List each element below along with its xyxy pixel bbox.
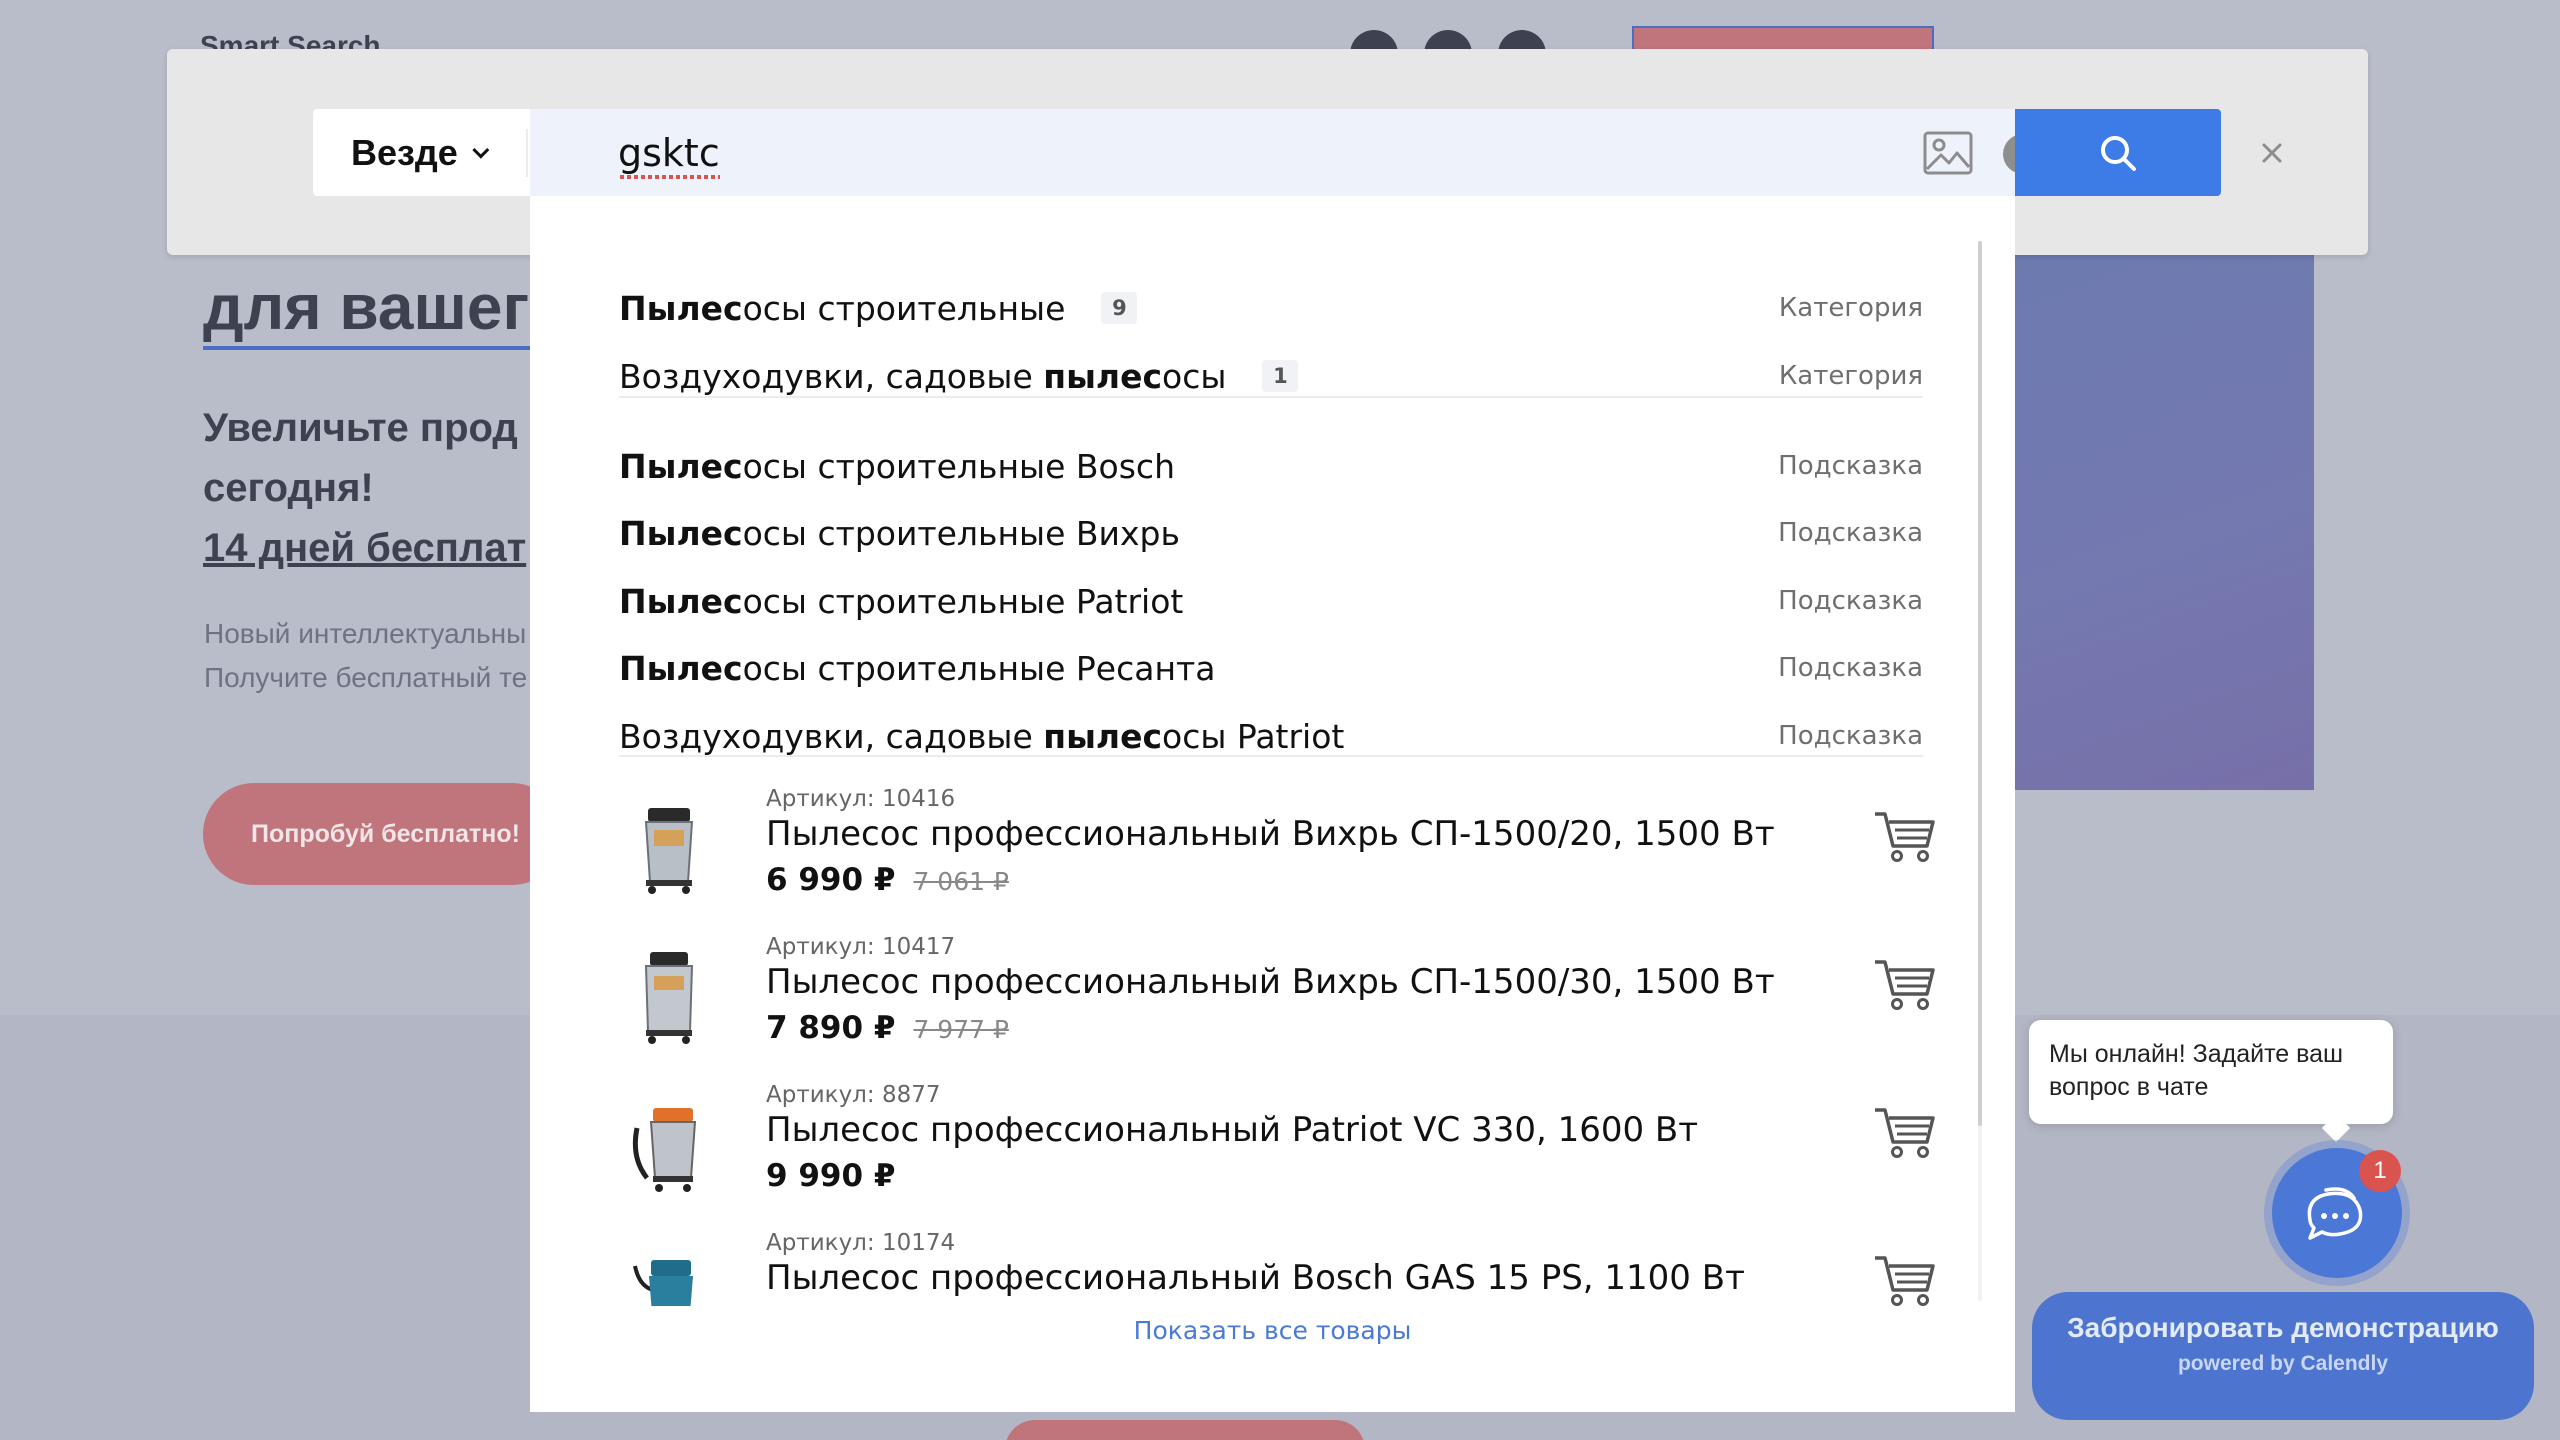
product-title: Пылесос профессиональный Вихрь СП-1500/2…	[766, 814, 1775, 854]
suggestion-type-label: Подсказка	[1778, 653, 1923, 683]
try-free-button: Попробуй бесплатно!	[203, 783, 563, 885]
close-icon	[2262, 143, 2282, 163]
hero-image	[2010, 250, 2314, 790]
divider	[619, 755, 1923, 757]
price-current: 6 990 ₽	[766, 862, 896, 898]
add-to-cart-icon[interactable]	[1873, 1104, 1935, 1160]
vacuum-orange-icon	[632, 1108, 697, 1192]
hero-description: Новый интеллектуальны Получите бесплатны…	[204, 612, 527, 700]
powered-by-label: powered by Calendly	[2177, 1352, 2389, 1375]
suggestion-text: Воздуходувки, садовые пылесосы Patriot	[619, 716, 1345, 756]
vacuum-steel-icon	[644, 808, 694, 894]
suggestion-type-label: Категория	[1778, 361, 1923, 391]
image-search-icon[interactable]	[1923, 131, 1973, 175]
scrollbar-thumb[interactable]	[1978, 241, 1982, 1126]
suggestion-text: Пылесосы строительные Ресанта	[619, 648, 1216, 688]
product-title: Пылесос профессиональный Bosch GAS 15 PS…	[766, 1258, 1745, 1298]
product-sku: Артикул: 10174	[766, 1230, 956, 1256]
suggestion-text: Воздуходувки, садовые пылесосы	[619, 356, 1227, 396]
product-title: Пылесос профессиональный Patriot VC 330,…	[766, 1110, 1699, 1150]
product-image	[619, 942, 719, 1054]
hint-suggestion[interactable]: Пылесосы строительные Ресанта Подсказка	[619, 640, 1923, 696]
price-current: 9 990 ₽	[766, 1158, 896, 1194]
trial-link: 14 дней бесплат	[203, 526, 527, 570]
hero-desc-line1: Новый интеллектуальны	[204, 618, 527, 649]
chevron-down-icon	[472, 141, 490, 159]
product-item[interactable]: Артикул: 8877 Пылесос профессиональный P…	[619, 1082, 1935, 1222]
book-demo-label: Забронировать демонстрацию	[2067, 1312, 2499, 1343]
book-demo-button[interactable]: Забронировать демонстрацию powered by Ca…	[2032, 1292, 2534, 1420]
search-scope-dropdown[interactable]: Везде	[313, 109, 528, 196]
close-search-button[interactable]	[2252, 133, 2292, 173]
add-to-cart-icon[interactable]	[1873, 1252, 1935, 1308]
product-image	[619, 794, 719, 906]
product-item[interactable]: Артикул: 10174 Пылесос профессиональный …	[619, 1230, 1935, 1370]
hero-underline	[203, 346, 543, 350]
bottom-cta-button	[1005, 1420, 1365, 1440]
search-field	[530, 109, 2043, 196]
hero-subheading-line2: сегодня!	[203, 466, 374, 510]
product-item[interactable]: Артикул: 10416 Пылесос профессиональный …	[619, 786, 1935, 926]
search-scope-label: Везде	[351, 131, 458, 173]
hint-suggestion[interactable]: Пылесосы строительные Patriot Подсказка	[619, 573, 1923, 629]
price-old: 7 977 ₽	[913, 1015, 1009, 1044]
suggestion-text: Пылесосы строительные Вихрь	[619, 513, 1180, 553]
price-current: 7 890 ₽	[766, 1010, 896, 1046]
product-sku: Артикул: 10417	[766, 934, 956, 960]
divider	[619, 396, 1923, 398]
hero-desc-line2: Получите бесплатный те	[204, 662, 528, 693]
add-to-cart-icon[interactable]	[1873, 956, 1935, 1012]
hero-subheading-line1: Увеличьте прод	[203, 406, 518, 450]
hint-suggestion[interactable]: Пылесосы строительные Bosch Подсказка	[619, 438, 1923, 494]
product-price: 6 990 ₽ 7 061 ₽	[766, 862, 1009, 898]
product-title: Пылесос профессиональный Вихрь СП-1500/3…	[766, 962, 1775, 1002]
result-count-badge: 9	[1101, 292, 1138, 324]
product-price: 9 990 ₽	[766, 1158, 895, 1194]
product-item[interactable]: Артикул: 10417 Пылесос профессиональный …	[619, 934, 1935, 1074]
hero-subheading: Увеличьте прод сегодня! 14 дней бесплат	[203, 398, 526, 578]
chat-icon	[2307, 1187, 2363, 1240]
price-old: 7 061 ₽	[913, 867, 1009, 896]
search-input[interactable]	[618, 109, 1638, 196]
search-icon	[2101, 135, 2136, 171]
product-price: 7 890 ₽ 7 977 ₽	[766, 1010, 1009, 1046]
chat-greeting-bubble[interactable]: Мы онлайн! Задайте ваш вопрос в чате	[2029, 1020, 2393, 1124]
suggestion-type-label: Категория	[1778, 293, 1923, 323]
search-submit-button[interactable]	[2015, 109, 2221, 196]
suggestion-type-label: Подсказка	[1778, 518, 1923, 548]
unread-badge: 1	[2359, 1150, 2401, 1192]
product-image	[619, 1090, 719, 1202]
vacuum-steel-icon	[644, 952, 694, 1044]
category-suggestion[interactable]: Пылесосы строительные 9 Категория	[619, 280, 1923, 336]
product-sku: Артикул: 8877	[766, 1082, 941, 1108]
suggestion-type-label: Подсказка	[1778, 721, 1923, 751]
spellcheck-underline	[620, 175, 720, 179]
divider	[526, 129, 528, 177]
suggestion-text: Пылесосы строительные	[619, 288, 1066, 328]
hint-suggestion[interactable]: Пылесосы строительные Вихрь Подсказка	[619, 505, 1923, 561]
add-to-cart-icon[interactable]	[1873, 808, 1935, 864]
search-results-dropdown: Пылесосы строительные 9 Категория Воздух…	[530, 196, 2015, 1412]
suggestion-text: Пылесосы строительные Bosch	[619, 446, 1175, 486]
hero-heading: для вашего	[203, 271, 568, 343]
product-sku: Артикул: 10416	[766, 786, 956, 812]
search-bar: Везде	[313, 109, 2221, 196]
show-all-products-link[interactable]: Показать все товары	[530, 1316, 2015, 1345]
suggestion-type-label: Подсказка	[1778, 586, 1923, 616]
suggestion-type-label: Подсказка	[1778, 451, 1923, 481]
result-count-badge: 1	[1262, 360, 1299, 392]
suggestion-text: Пылесосы строительные Patriot	[619, 581, 1184, 621]
